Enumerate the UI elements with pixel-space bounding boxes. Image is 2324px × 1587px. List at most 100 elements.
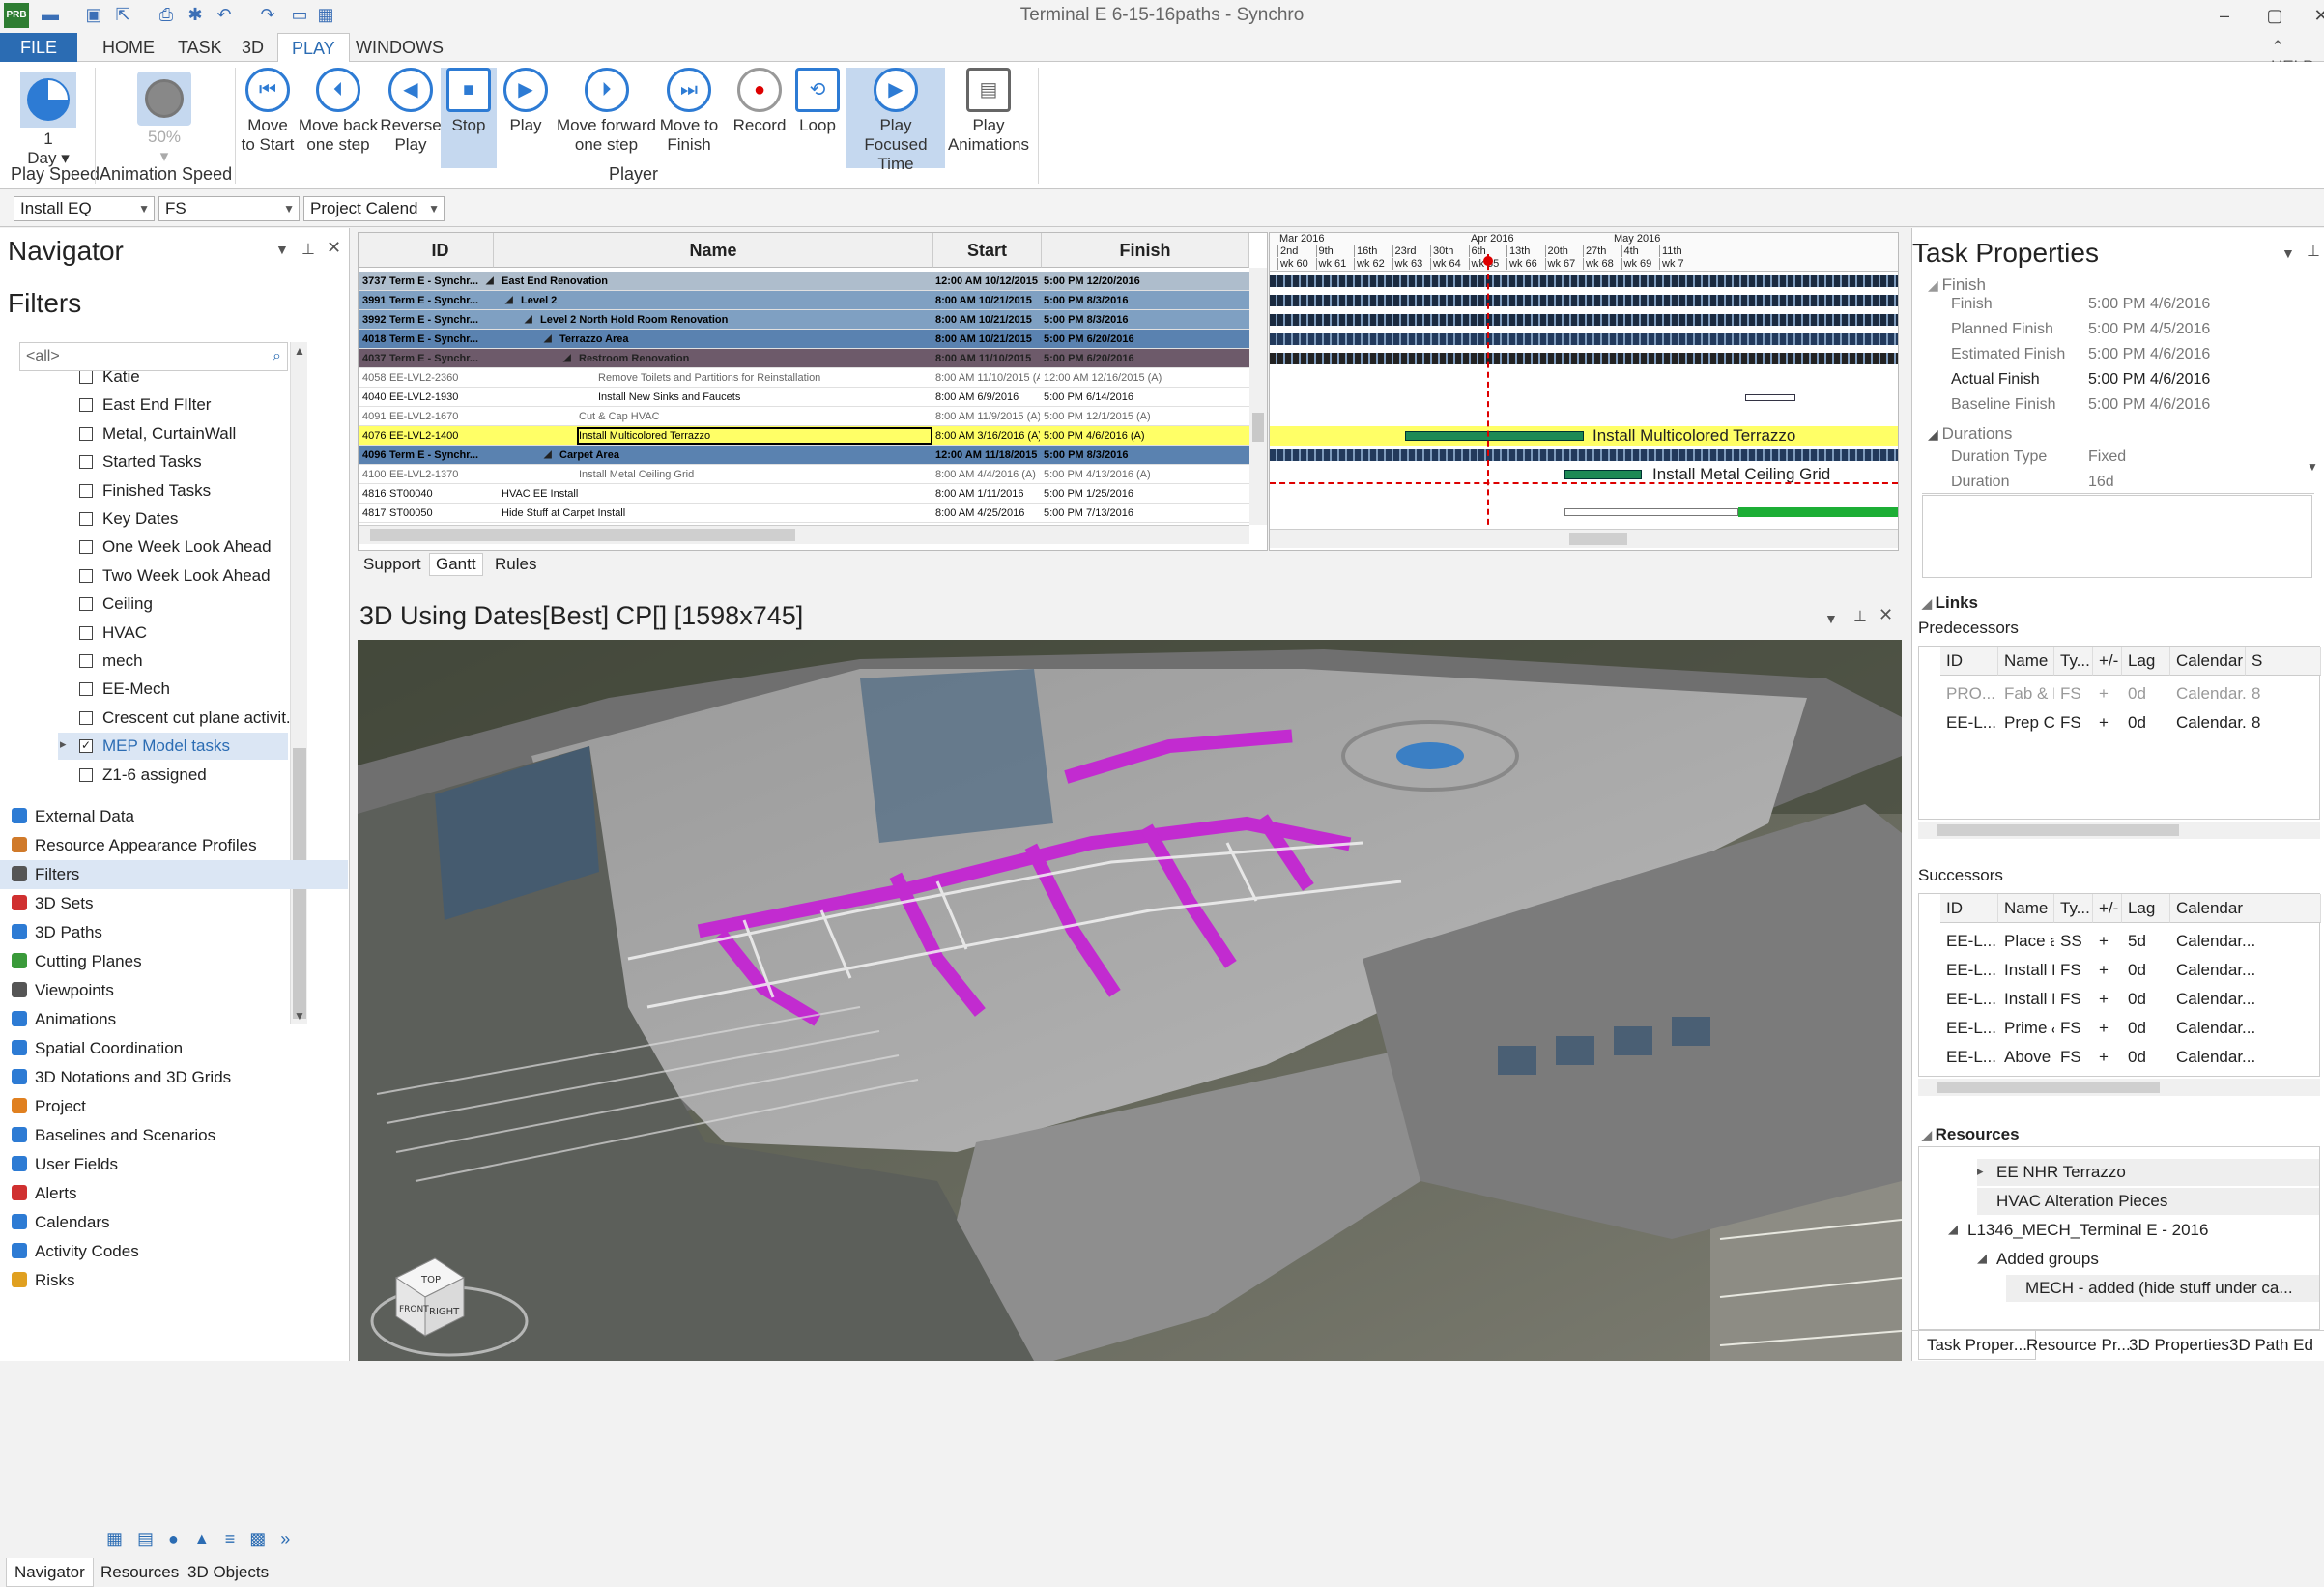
table-header[interactable]: ID	[1940, 647, 1998, 676]
view-close-icon[interactable]: ✕	[1879, 605, 1893, 625]
table-header[interactable]: Name	[1998, 894, 2054, 923]
play-button[interactable]: ▶ Play	[501, 68, 551, 168]
table-row[interactable]: 3991 Term E - Synchr... Level 2 8:00 AM 10/…	[359, 291, 1249, 310]
nav-item[interactable]: Spatial Coordination	[0, 1034, 348, 1063]
task-bar[interactable]	[1738, 507, 1898, 517]
tab-rules[interactable]: Rules	[495, 555, 536, 574]
minimize-button[interactable]: –	[2208, 3, 2241, 28]
resource-item[interactable]: ◢ L1346_MECH_Terminal E - 2016	[1948, 1217, 2319, 1244]
filter-item[interactable]: Two Week Look Ahead	[58, 563, 288, 590]
filter-checkbox[interactable]	[79, 682, 93, 697]
collapse-icon[interactable]: ◢	[544, 330, 552, 349]
prop-value[interactable]: 5:00 PM 4/6/2016	[2088, 392, 2210, 418]
collapse-icon[interactable]: ◢	[505, 291, 513, 310]
menu-windows[interactable]: WINDOWS	[342, 33, 457, 62]
collapse-icon[interactable]: ◢	[486, 272, 494, 291]
table-header[interactable]: Ty...	[2054, 894, 2093, 923]
filter-item[interactable]: ✓ MEP Model tasks ▸	[58, 733, 288, 761]
collapse-icon[interactable]: ◢	[525, 310, 532, 330]
filter-checkbox[interactable]	[79, 654, 93, 668]
grid-horizontal-scrollbar[interactable]	[359, 525, 1249, 544]
filter-checkbox[interactable]	[79, 597, 93, 612]
collapse-icon[interactable]: ◢	[563, 349, 571, 368]
reverse-play-button[interactable]: ◀ Reverse Play	[377, 68, 445, 168]
table-header[interactable]: Name	[1998, 647, 2054, 676]
props-scroll-down-icon[interactable]: ▼	[2307, 460, 2318, 474]
collapse-icon[interactable]: ◢	[1977, 1251, 1987, 1266]
nav-item[interactable]: Alerts	[0, 1179, 348, 1208]
nav-item[interactable]: 3D Notations and 3D Grids	[0, 1063, 348, 1092]
table-row[interactable]: 4816 ST00040 HVAC EE Install 8:00 AM 1/11/2…	[359, 484, 1249, 504]
gantt-scrollbar[interactable]	[1270, 529, 1898, 548]
filter-checkbox[interactable]	[79, 512, 93, 526]
filter-checkbox[interactable]	[79, 540, 93, 555]
summary-bar[interactable]	[1270, 275, 1898, 287]
filter-checkbox[interactable]	[79, 426, 93, 441]
table-row[interactable]: EE-L... Install Met... FS +0d Calendar...	[1919, 985, 2319, 1014]
task-bar[interactable]	[1564, 508, 1738, 516]
table-row[interactable]: 4058 EE-LVL2-2360 Remove Toilets and Parti…	[359, 368, 1249, 388]
maximize-button[interactable]: ▢	[2258, 3, 2291, 28]
table-row[interactable]: 3737 Term E - Synchr... East End Renovatio…	[359, 272, 1249, 291]
header-id[interactable]: ID	[387, 233, 494, 268]
filter-checkbox[interactable]	[79, 568, 93, 583]
close-window-button[interactable]: ✕	[2305, 3, 2324, 28]
summary-bar[interactable]	[1270, 449, 1898, 461]
filter-checkbox[interactable]: ✓	[79, 739, 93, 754]
table-row[interactable]: 4817 ST00050 Hide Stuff at Carpet Install 8…	[359, 504, 1249, 523]
link-type-combo[interactable]: FS ▼	[158, 196, 300, 221]
nav-item[interactable]: Resource Appearance Profiles	[0, 831, 348, 860]
filter-item[interactable]: Ceiling	[58, 591, 288, 618]
nav-toolbar-icons[interactable]: ▦ ▤ ● ▲ ≡ ▩ »	[106, 1529, 290, 1549]
filter-checkbox[interactable]	[79, 455, 93, 470]
resource-item[interactable]: HVAC Alteration Pieces	[1977, 1188, 2319, 1215]
table-row[interactable]: 4018 Term E - Synchr... Terrazzo Area 8:00 …	[359, 330, 1249, 349]
header-finish[interactable]: Finish	[1042, 233, 1249, 268]
filter-item[interactable]: mech	[58, 648, 288, 675]
tab-3d-objects[interactable]: 3D Objects	[180, 1558, 276, 1587]
view-pin-icon[interactable]: ⊥	[1853, 607, 1867, 626]
filter-checkbox[interactable]	[79, 371, 93, 384]
table-header[interactable]: Calendar	[2170, 894, 2321, 923]
table-row[interactable]: 4037 Term E - Synchr... Restroom Renovatio…	[359, 349, 1249, 368]
table-row[interactable]: EE-L... Above Ceil... FS +0d Calendar...	[1919, 1043, 2319, 1072]
view-dropdown-icon[interactable]: ▼	[1824, 611, 1838, 626]
collapse-icon[interactable]: ◢	[1948, 1222, 1958, 1237]
nav-item[interactable]: External Data	[0, 802, 348, 831]
summary-bar[interactable]	[1270, 314, 1898, 326]
tab-navigator[interactable]: Navigator	[6, 1558, 94, 1587]
filter-item[interactable]: Finished Tasks	[58, 477, 288, 505]
tab-3d-properties[interactable]: 3D Properties	[2121, 1331, 2237, 1360]
nav-item[interactable]: Animations	[0, 1005, 348, 1034]
filter-item[interactable]: Z1-6 assigned	[58, 762, 288, 789]
filter-item[interactable]: Crescent cut plane activit...	[58, 705, 290, 732]
play-speed-button[interactable]: 1 Day ▾	[10, 68, 87, 168]
prop-value[interactable]: 5:00 PM 4/6/2016	[2088, 367, 2210, 392]
table-row[interactable]: EE-L... Install DPI... FS +0d Calendar...	[1919, 956, 2319, 985]
filter-item[interactable]: Metal, CurtainWall	[58, 420, 288, 447]
3d-viewport[interactable]: TOP FRONT RIGHT	[358, 640, 1902, 1361]
task-combo[interactable]: Install EQ ▼	[14, 196, 155, 221]
time-marker[interactable]	[1483, 256, 1493, 266]
table-header[interactable]: S	[2246, 647, 2321, 676]
prop-value[interactable]: 5:00 PM 4/6/2016	[2088, 342, 2210, 367]
table-header[interactable]: Calendar	[2170, 647, 2246, 676]
pred-scrollbar[interactable]	[1918, 822, 2320, 839]
loop-button[interactable]: ⟲ Loop	[790, 68, 845, 168]
pin-icon[interactable]: ⊥	[301, 240, 315, 259]
summary-bar[interactable]	[1270, 353, 1898, 364]
panel-dropdown-icon[interactable]: ▼	[275, 242, 289, 257]
collapse-ribbon-icon[interactable]: ⌃	[2271, 38, 2284, 56]
nav-item[interactable]: Cutting Planes	[0, 947, 348, 976]
filter-item[interactable]: HVAC	[58, 620, 288, 647]
nav-item[interactable]: 3D Sets	[0, 889, 348, 918]
menu-3d[interactable]: 3D	[228, 33, 277, 62]
filter-checkbox[interactable]	[79, 398, 93, 413]
expand-icon[interactable]: ▸	[1977, 1164, 1984, 1179]
table-row[interactable]: 4100 EE-LVL2-1370 Install Metal Ceiling Gr…	[359, 465, 1249, 484]
expand-icon[interactable]: ▸	[60, 736, 67, 752]
filter-search-input[interactable]: <all> ⌕	[19, 342, 288, 371]
task-bar[interactable]	[1405, 431, 1584, 441]
prop-value[interactable]: 5:00 PM 4/6/2016	[2088, 292, 2210, 317]
table-header[interactable]: ID	[1940, 894, 1998, 923]
